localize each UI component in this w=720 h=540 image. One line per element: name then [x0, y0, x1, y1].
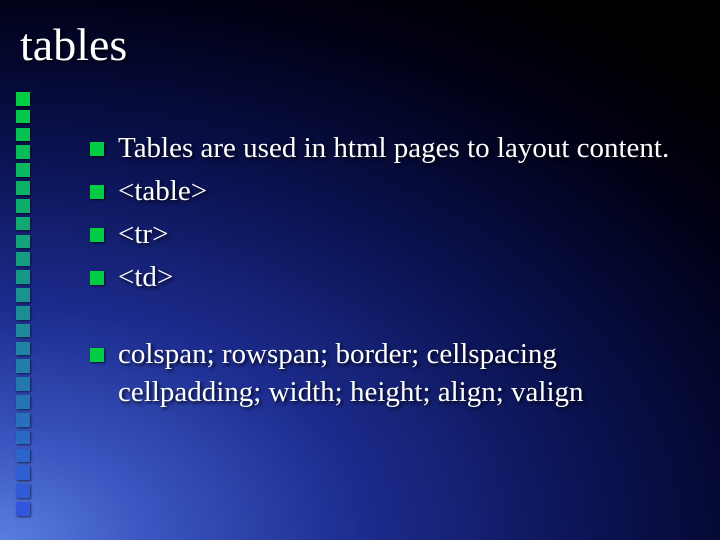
deco-square-icon: [16, 145, 30, 159]
bullet-item: <table>: [90, 173, 690, 210]
bullet-text: colspan; rowspan; border; cellspacing ce…: [118, 336, 690, 410]
deco-square-icon: [16, 288, 30, 302]
decorative-strip: [16, 92, 30, 520]
deco-square-icon: [16, 92, 30, 106]
deco-square-icon: [16, 128, 30, 142]
deco-square-icon: [16, 359, 30, 373]
square-bullet-icon: [90, 185, 104, 199]
bullet-text: Tables are used in html pages to layout …: [118, 130, 690, 167]
deco-square-icon: [16, 199, 30, 213]
square-bullet-icon: [90, 228, 104, 242]
deco-square-icon: [16, 395, 30, 409]
bullet-text: <table>: [118, 173, 690, 210]
slide: tables Tables are used in html pages to …: [0, 0, 720, 540]
deco-square-icon: [16, 342, 30, 356]
deco-square-icon: [16, 217, 30, 231]
deco-square-icon: [16, 181, 30, 195]
slide-title: tables: [20, 18, 127, 71]
deco-square-icon: [16, 466, 30, 480]
square-bullet-icon: [90, 142, 104, 156]
bullet-item: <tr>: [90, 216, 690, 253]
deco-square-icon: [16, 270, 30, 284]
deco-square-icon: [16, 306, 30, 320]
deco-square-icon: [16, 413, 30, 427]
deco-square-icon: [16, 163, 30, 177]
bullet-item: Tables are used in html pages to layout …: [90, 130, 690, 167]
slide-content: Tables are used in html pages to layout …: [90, 130, 690, 417]
bullet-item: colspan; rowspan; border; cellspacing ce…: [90, 336, 690, 410]
deco-square-icon: [16, 235, 30, 249]
deco-square-icon: [16, 449, 30, 463]
deco-square-icon: [16, 502, 30, 516]
deco-square-icon: [16, 110, 30, 124]
bullet-text: <tr>: [118, 216, 690, 253]
bullet-text: <td>: [118, 259, 690, 296]
spacer: [90, 302, 690, 336]
deco-square-icon: [16, 252, 30, 266]
deco-square-icon: [16, 431, 30, 445]
bullet-item: <td>: [90, 259, 690, 296]
deco-square-icon: [16, 324, 30, 338]
deco-square-icon: [16, 377, 30, 391]
deco-square-icon: [16, 484, 30, 498]
square-bullet-icon: [90, 348, 104, 362]
square-bullet-icon: [90, 271, 104, 285]
